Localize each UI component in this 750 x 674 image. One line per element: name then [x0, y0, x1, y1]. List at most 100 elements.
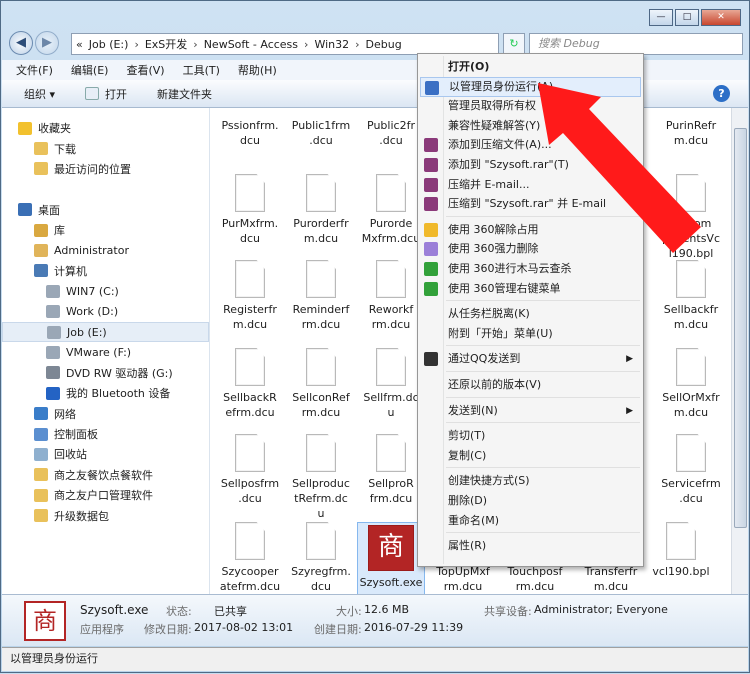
file-item[interactable]: Szyregfrm. dcu	[287, 522, 355, 594]
file-item[interactable]: Purorde Mxfrm.dcu	[357, 174, 425, 246]
open-button[interactable]: 打开	[85, 86, 127, 102]
help-button[interactable]: ?	[713, 85, 730, 102]
scrollbar-thumb[interactable]	[734, 128, 747, 528]
close-button[interactable]: ✕	[701, 9, 741, 26]
selected-file[interactable]: 商 Szysoft.exe e	[357, 522, 425, 594]
nav-item[interactable]: Work (D:)	[2, 302, 209, 322]
file-item[interactable]: Purorderfr m.dcu	[287, 174, 355, 246]
organize-button[interactable]: 组织 ▾	[24, 86, 55, 102]
menu-item[interactable]: 文件(F)	[16, 62, 53, 78]
nav-item-label: 库	[54, 224, 65, 238]
menu-item[interactable]: 剪切(T)	[420, 426, 641, 446]
file-item[interactable]: PurinRefr m.dcu	[657, 118, 725, 148]
menu-item[interactable]: 使用 360解除占用	[420, 220, 641, 240]
menu-item[interactable]: 查看(V)	[126, 62, 164, 78]
menu-item[interactable]: 发送到(N) ▶	[420, 401, 641, 421]
menu-item[interactable]: 工具(T)	[183, 62, 220, 78]
file-item[interactable]: Public2fr .dcu	[357, 118, 425, 148]
nav-item[interactable]: 下载	[2, 138, 209, 158]
file-item[interactable]: Sellproduc tRefrm.dc u	[287, 434, 355, 521]
menu-item[interactable]: 创建快捷方式(S)	[420, 471, 641, 491]
breadcrumb-item[interactable]: ExS开发	[145, 36, 187, 52]
breadcrumb-item[interactable]: Job (E:)	[89, 38, 129, 51]
winrar-icon	[424, 197, 438, 212]
nav-item[interactable]: Administrator	[2, 240, 209, 260]
menu-item[interactable]: 添加到 "Szysoft.rar"(T)	[420, 155, 641, 175]
winrar-icon	[424, 158, 438, 172]
new-folder-button[interactable]: 新建文件夹	[157, 86, 212, 102]
maximize-button[interactable]: □	[675, 9, 699, 26]
forward-button[interactable]: ▶	[35, 31, 59, 55]
breadcrumb-item[interactable]: NewSoft - Access	[204, 38, 298, 51]
menu-item[interactable]: 帮助(H)	[238, 62, 277, 78]
menu-item[interactable]: 使用 360管理右键菜单	[420, 279, 641, 299]
nav-item[interactable]: 控制面板	[2, 424, 209, 444]
menu-item[interactable]: 附到「开始」菜单(U)	[420, 324, 641, 344]
menu-item[interactable]: 添加到压缩文件(A)...	[420, 135, 641, 155]
nav-item[interactable]: DVD RW 驱动器 (G:)	[2, 363, 209, 383]
breadcrumb-item[interactable]: Win32	[314, 38, 349, 51]
file-item[interactable]: Szycooper atefrm.dcu	[216, 522, 284, 594]
file-item[interactable]: PurMxfrm. dcu	[216, 174, 284, 246]
menu-item-label: 发送到(N)	[448, 403, 498, 417]
nav-item-label: 网络	[54, 407, 76, 421]
nav-item[interactable]: 我的 Bluetooth 设备	[2, 383, 209, 403]
menu-item[interactable]: 重命名(M)	[420, 511, 641, 531]
file-item[interactable]: Servicefrm .dcu	[657, 434, 725, 506]
nav-item[interactable]: WIN7 (C:)	[2, 281, 209, 301]
search-input[interactable]: 搜索 Debug	[529, 33, 743, 55]
breadcrumb-item[interactable]: Debug	[366, 38, 402, 51]
menu-item[interactable]: 还原以前的版本(V)	[420, 375, 641, 395]
menu-item[interactable]: 打开(O)	[420, 57, 641, 77]
menu-item[interactable]: 编辑(E)	[71, 62, 109, 78]
menu-item[interactable]: 压缩到 "Szysoft.rar" 并 E-mail	[420, 194, 641, 214]
nav-item[interactable]: 最近访问的位置	[2, 159, 209, 179]
menu-item[interactable]: 兼容性疑难解答(Y)	[420, 116, 641, 136]
file-name: Szyregfrm. dcu	[291, 565, 351, 593]
menu-item[interactable]: 以管理员身份运行(A)	[420, 76, 641, 97]
address-bar[interactable]: « Job (E:) › ExS开发 › NewSoft - Access › Win32 › D…	[71, 33, 499, 55]
menu-item[interactable]: 使用 360进行木马云查杀	[420, 259, 641, 279]
file-item[interactable]: Sellposfrm .dcu	[216, 434, 284, 506]
nav-item[interactable]: 收藏夹	[2, 118, 209, 138]
nav-item[interactable]: 回收站	[2, 444, 209, 464]
back-button[interactable]: ◀	[9, 31, 33, 55]
nav-item[interactable]: 升级数据包	[2, 505, 209, 525]
nav-item[interactable]: 计算机	[2, 261, 209, 281]
file-item[interactable]: Public1frm .dcu	[287, 118, 355, 148]
vertical-scrollbar[interactable]	[731, 108, 748, 594]
nav-item[interactable]: 商之友餐饮点餐软件	[2, 465, 209, 485]
menu-item[interactable]: 管理员取得所有权	[420, 96, 641, 116]
nav-item[interactable]: 桌面	[2, 200, 209, 220]
minimize-button[interactable]: —	[649, 9, 673, 26]
file-item[interactable]: Reworkf rm.dcu	[357, 260, 425, 332]
menu-item[interactable]: 压缩并 E-mail...	[420, 175, 641, 195]
menu-item[interactable]: 属性(R)	[420, 536, 641, 556]
refresh-button[interactable]: ↻	[503, 33, 525, 55]
nav-item[interactable]: Job (E:)	[2, 321, 209, 343]
file-item[interactable]: Sellfrm.dc u	[357, 348, 425, 420]
file-icon	[676, 434, 706, 472]
menu-item[interactable]: 使用 360强力删除	[420, 239, 641, 259]
menu-item-label: 复制(C)	[448, 448, 487, 462]
file-item[interactable]: SellconRef rm.dcu	[287, 348, 355, 420]
file-item[interactable]: Registerfr m.dcu	[216, 260, 284, 332]
menu-item[interactable]: 通过QQ发送到 ▶	[420, 349, 641, 369]
file-item[interactable]: Pssionfrm. dcu	[216, 118, 284, 148]
file-item[interactable]: izeCom ponentsVc l190.bpl	[657, 174, 725, 261]
menu-separator	[446, 300, 640, 302]
file-item[interactable]: SellproR frm.dcu	[357, 434, 425, 506]
file-item[interactable]: Sellbackfr m.dcu	[657, 260, 725, 332]
nav-item[interactable]: 商之友户口管理软件	[2, 485, 209, 505]
file-item[interactable]: Reminderf rm.dcu	[287, 260, 355, 332]
nav-item[interactable]: 网络	[2, 403, 209, 423]
file-item[interactable]: SellOrMxfr m.dcu	[657, 348, 725, 420]
menu-item[interactable]: 复制(C)	[420, 446, 641, 466]
file-item[interactable]: vcl190.bpl	[647, 522, 715, 579]
menu-item[interactable]: 删除(D)	[420, 491, 641, 511]
nav-item[interactable]: VMware (F:)	[2, 342, 209, 362]
file-item[interactable]: SellbackR efrm.dcu	[216, 348, 284, 420]
menu-item-label: 从任务栏脱离(K)	[448, 307, 530, 321]
nav-item[interactable]: 库	[2, 220, 209, 240]
menu-item[interactable]: 从任务栏脱离(K)	[420, 304, 641, 324]
